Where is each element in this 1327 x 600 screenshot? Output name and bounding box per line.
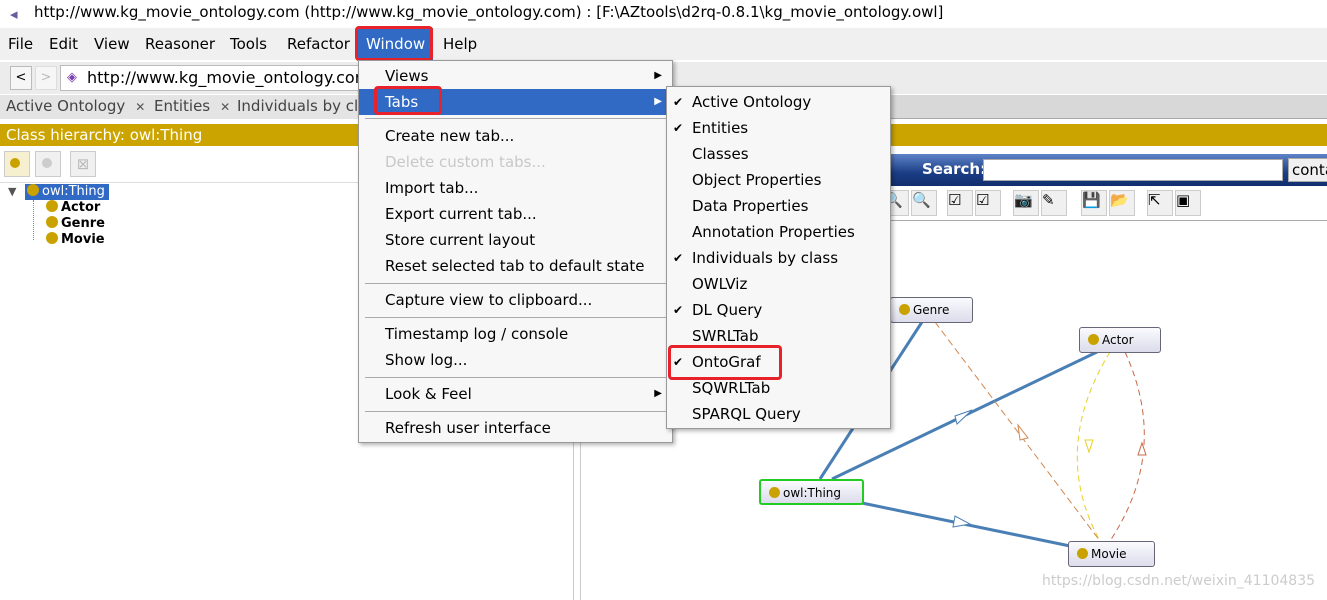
separator: [365, 283, 666, 284]
separator: [365, 411, 666, 412]
menu-item-refresh-ui[interactable]: Refresh user interface: [359, 415, 672, 441]
check-icon: ✔: [673, 95, 684, 109]
item-label: Object Properties: [692, 171, 822, 189]
tabs-item-active-ontology[interactable]: ✔ Active Ontology: [667, 89, 890, 115]
node-label: owl:Thing: [783, 486, 842, 500]
menu-item-export-current-tab[interactable]: Export current tab...: [359, 201, 672, 227]
class-icon: [899, 304, 910, 315]
menu-item-store-current-layout[interactable]: Store current layout: [359, 227, 672, 253]
tabs-item-object-properties[interactable]: Object Properties: [667, 167, 890, 193]
check-icon: ✔: [673, 251, 684, 265]
submenu-arrow-icon: ▶: [654, 388, 662, 399]
edge-actor-movie-orange: [1109, 351, 1145, 542]
edge-actor-movie-yellow: [1076, 351, 1111, 542]
menu-item-create-new-tab[interactable]: Create new tab...: [359, 123, 672, 149]
check-icon: ✔: [673, 121, 684, 135]
tabs-item-classes[interactable]: Classes: [667, 141, 890, 167]
node-label: Genre: [913, 303, 950, 317]
submenu-arrow-icon: ▶: [654, 70, 662, 81]
separator: [365, 118, 666, 119]
highlight-tabs-item: [374, 86, 442, 115]
separator: [365, 377, 666, 378]
item-label: SPARQL Query: [692, 405, 801, 423]
highlight-ontograf-item: [668, 345, 782, 380]
submenu-arrow-icon: ▶: [654, 96, 662, 107]
item-label: SQWRLTab: [692, 379, 771, 397]
menu-item-import-tab[interactable]: Import tab...: [359, 175, 672, 201]
graph-node-movie[interactable]: Movie: [1068, 541, 1155, 567]
menu-item-timestamp-log[interactable]: Timestamp log / console: [359, 321, 672, 347]
class-icon: [1088, 334, 1099, 345]
graph-node-owl-thing[interactable]: owl:Thing: [759, 479, 864, 505]
window-menu-dropdown: Views ▶ Tabs ▶ Create new tab... Delete cu…: [358, 60, 673, 443]
edge-arrow: [1084, 439, 1094, 454]
separator: [365, 317, 666, 318]
item-label: DL Query: [692, 301, 763, 319]
menu-item-reset-tab[interactable]: Reset selected tab to default state: [359, 253, 672, 279]
class-icon: [1077, 548, 1088, 559]
menu-item-capture-view[interactable]: Capture view to clipboard...: [359, 287, 672, 313]
edge-genre-movie: [934, 321, 1101, 542]
tabs-item-annotation-properties[interactable]: Annotation Properties: [667, 219, 890, 245]
watermark: https://blog.csdn.net/weixin_41104835: [1042, 573, 1316, 589]
item-label: Data Properties: [692, 197, 809, 215]
item-label: Entities: [692, 119, 749, 137]
tabs-item-individuals-by-class[interactable]: ✔ Individuals by class: [667, 245, 890, 271]
tabs-item-entities[interactable]: ✔ Entities: [667, 115, 890, 141]
node-label: Movie: [1091, 547, 1127, 561]
graph-node-genre[interactable]: Genre: [890, 297, 973, 323]
item-label: SWRLTab: [692, 327, 759, 345]
tabs-item-sparql-query[interactable]: SPARQL Query: [667, 401, 890, 427]
graph-node-actor[interactable]: Actor: [1079, 327, 1161, 353]
tabs-item-dl-query[interactable]: ✔ DL Query: [667, 297, 890, 323]
node-label: Actor: [1102, 333, 1134, 347]
item-label: OWLViz: [692, 275, 748, 293]
menu-item-look-and-feel[interactable]: Look & Feel ▶: [359, 381, 672, 407]
class-icon: [769, 487, 780, 498]
item-label: Views: [385, 67, 429, 85]
tabs-item-data-properties[interactable]: Data Properties: [667, 193, 890, 219]
edge-arrow: [1137, 441, 1147, 456]
menu-item-show-log[interactable]: Show log...: [359, 347, 672, 373]
item-label: Look & Feel: [385, 385, 472, 403]
edge-thing-movie: [861, 501, 1071, 548]
menu-item-delete-custom-tabs: Delete custom tabs...: [385, 153, 546, 171]
check-icon: ✔: [673, 303, 684, 317]
item-label: Individuals by class: [692, 249, 839, 267]
item-label: Classes: [692, 145, 749, 163]
tabs-item-owlviz[interactable]: OWLViz: [667, 271, 890, 297]
item-label: Annotation Properties: [692, 223, 855, 241]
item-label: Active Ontology: [692, 93, 812, 111]
